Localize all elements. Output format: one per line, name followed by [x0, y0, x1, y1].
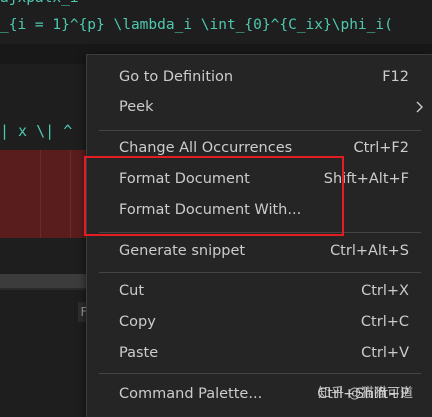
menu-item-shortcut: F12	[382, 69, 409, 85]
scrollbar-shadow	[0, 288, 100, 290]
code-fragment: | x \| ^	[0, 122, 73, 140]
menu-item-format-document-with[interactable]: Format Document With...	[87, 195, 432, 225]
watermark: 知乎 @猫猫可道	[318, 386, 414, 401]
menu-item-format-document[interactable]: Format Document Shift+Alt+F	[87, 164, 432, 194]
menu-item-label: Format Document	[119, 171, 250, 187]
menu-item-shortcut: Ctrl+X	[361, 283, 409, 299]
menu-separator	[99, 232, 421, 233]
chevron-right-icon	[413, 92, 427, 122]
horizontal-scrollbar[interactable]	[0, 274, 100, 288]
menu-item-peek[interactable]: Peek	[87, 92, 432, 122]
menu-item-change-all-occurrences[interactable]: Change All Occurrences Ctrl+F2	[87, 133, 432, 163]
menu-item-label: Peek	[119, 99, 154, 115]
context-menu: Go to Definition F12 Peek Change All Occ…	[86, 54, 432, 417]
menu-item-label: Change All Occurrences	[119, 140, 293, 156]
menu-item-label: Go to Definition	[119, 69, 234, 85]
menu-item-shortcut: Ctrl+C	[360, 314, 409, 330]
menu-item-shortcut: Shift+Alt+F	[323, 171, 409, 187]
menu-item-shortcut: Ctrl+F2	[353, 140, 409, 156]
selection-divider	[70, 150, 71, 238]
menu-item-cut[interactable]: Cut Ctrl+X	[87, 276, 432, 306]
code-line-fragment: ajxpalx_i	[0, 0, 432, 8]
menu-item-paste[interactable]: Paste Ctrl+V	[87, 338, 432, 368]
selection-highlight	[0, 150, 100, 238]
menu-item-label: Paste	[119, 345, 159, 361]
selection-divider	[40, 150, 41, 238]
menu-item-shortcut: Ctrl+Alt+S	[330, 243, 409, 259]
menu-item-label: Cut	[119, 283, 144, 299]
menu-item-label: Copy	[119, 314, 156, 330]
menu-item-generate-snippet[interactable]: Generate snippet Ctrl+Alt+S	[87, 236, 432, 266]
code-line: _{i = 1}^{p} \lambda_i \int_{0}^{C_ix}\p…	[0, 17, 393, 33]
menu-separator	[99, 130, 421, 131]
menu-item-go-to-definition[interactable]: Go to Definition F12	[87, 62, 432, 92]
menu-item-label: Command Palette...	[119, 386, 263, 402]
menu-item-label: Format Document With...	[119, 202, 302, 218]
menu-item-copy[interactable]: Copy Ctrl+C	[87, 307, 432, 337]
menu-item-label: Generate snippet	[119, 243, 246, 259]
menu-separator	[99, 272, 421, 273]
menu-item-shortcut: Ctrl+V	[361, 345, 409, 361]
menu-separator	[99, 373, 421, 374]
